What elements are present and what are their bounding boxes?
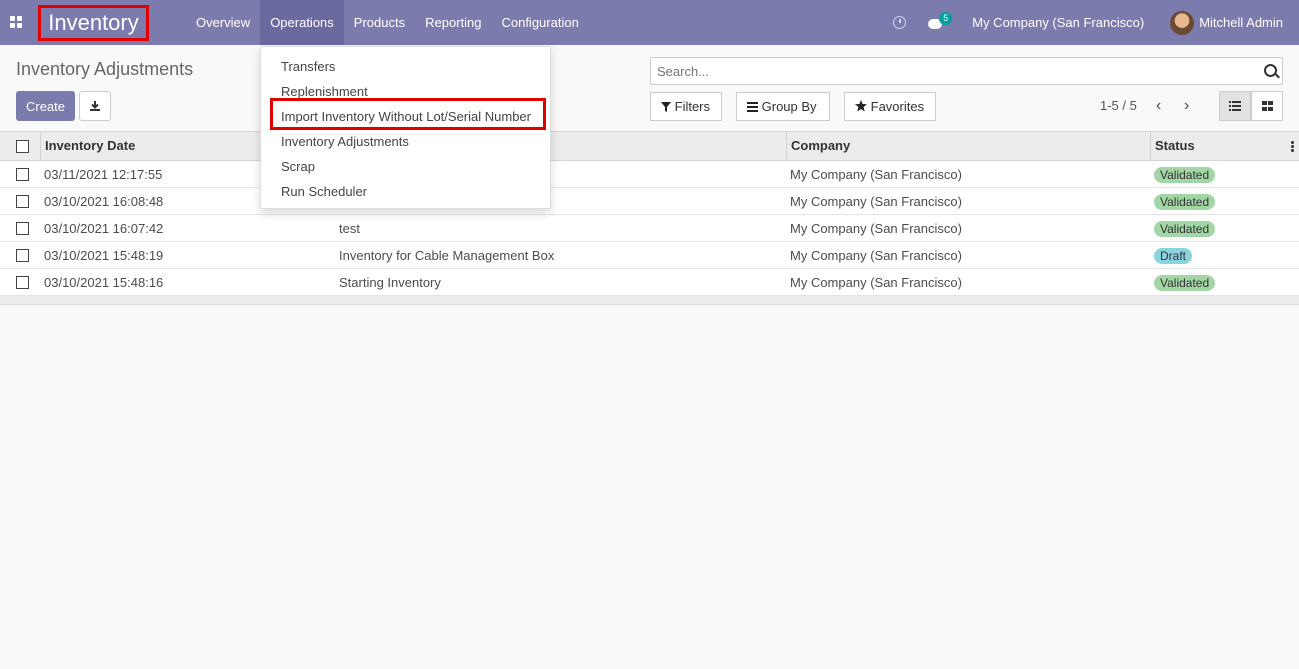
cell-date: 03/10/2021 16:08:48	[44, 194, 164, 209]
row-checkbox[interactable]	[16, 195, 29, 208]
favorites-button[interactable]: Favorites	[844, 92, 936, 121]
table-row[interactable]: 03/10/2021 16:07:42 test My Company (San…	[0, 215, 1299, 242]
row-checkbox[interactable]	[16, 168, 29, 181]
cell-status: Validated	[1154, 188, 1216, 215]
navbar-systray: 5 My Company (San Francisco) Mitchell Ad…	[893, 0, 1299, 45]
cell-company: My Company (San Francisco)	[790, 194, 962, 209]
table-row[interactable]: 03/10/2021 15:48:19 Inventory for Cable …	[0, 242, 1299, 269]
column-separator	[40, 132, 41, 160]
pager-value[interactable]: 1-5 / 5	[1100, 98, 1137, 113]
dropdown-item-replenishment[interactable]: Replenishment	[281, 84, 368, 99]
dropdown-item-transfers[interactable]: Transfers	[281, 59, 335, 74]
cell-date: 03/11/2021 12:17:55	[44, 167, 163, 182]
menu-overview[interactable]: Overview	[186, 0, 260, 45]
cell-date: 03/10/2021 15:48:16	[44, 275, 164, 290]
star-icon	[855, 100, 867, 112]
page-title[interactable]: Inventory Adjustments	[16, 59, 193, 80]
menu-configuration[interactable]: Configuration	[491, 0, 588, 45]
bars-icon	[747, 102, 758, 112]
header-company[interactable]: Company	[791, 132, 850, 160]
filter-icon	[661, 102, 671, 112]
status-badge: Validated	[1154, 194, 1216, 210]
inventory-list: Inventory Date Company Status 03/11/2021…	[0, 131, 1299, 305]
filters-button[interactable]: Filters	[650, 92, 722, 121]
table-header: Inventory Date Company Status	[0, 131, 1299, 161]
kanban-view-button[interactable]	[1251, 91, 1283, 121]
cell-status: Draft	[1154, 242, 1193, 269]
row-checkbox[interactable]	[16, 222, 29, 235]
dropdown-item-run-scheduler[interactable]: Run Scheduler	[281, 184, 367, 199]
table-row[interactable]: 03/10/2021 16:08:48 My Company (San Fran…	[0, 188, 1299, 215]
status-badge: Validated	[1154, 167, 1216, 183]
company-switcher[interactable]: My Company (San Francisco)	[972, 15, 1144, 30]
dropdown-item-inventory-adjustments[interactable]: Inventory Adjustments	[281, 134, 409, 149]
status-badge: Validated	[1154, 275, 1216, 291]
cell-company: My Company (San Francisco)	[790, 167, 962, 182]
activity-clock-icon[interactable]	[893, 16, 907, 29]
dropdown-item-scrap[interactable]: Scrap	[281, 159, 315, 174]
cell-status: Validated	[1154, 161, 1216, 188]
table-row[interactable]: 03/11/2021 12:17:55 My Company (San Fran…	[0, 161, 1299, 188]
dropdown-item-import-inventory[interactable]: Import Inventory Without Lot/Serial Numb…	[281, 109, 531, 124]
column-separator	[786, 132, 787, 160]
table-row[interactable]: 03/10/2021 15:48:16 Starting Inventory M…	[0, 269, 1299, 296]
apps-menu-icon[interactable]	[9, 15, 23, 29]
cell-status: Validated	[1154, 269, 1216, 296]
row-checkbox[interactable]	[16, 276, 29, 289]
list-icon	[1229, 101, 1241, 111]
search-icon[interactable]	[1264, 64, 1277, 77]
operations-dropdown: Transfers Replenishment Import Inventory…	[260, 46, 551, 209]
header-inventory-date[interactable]: Inventory Date	[45, 132, 135, 160]
row-checkbox[interactable]	[16, 249, 29, 262]
kanban-icon	[1262, 101, 1273, 111]
group-by-label: Group By	[761, 99, 817, 114]
cell-reference: test	[339, 221, 360, 236]
search-box	[650, 57, 1283, 85]
header-status[interactable]: Status	[1155, 132, 1195, 160]
create-button[interactable]: Create	[16, 91, 75, 121]
search-input[interactable]	[651, 58, 1253, 84]
column-separator	[1150, 132, 1151, 160]
top-navbar: Inventory Overview Operations Products R…	[0, 0, 1299, 45]
status-badge: Draft	[1154, 248, 1193, 264]
notification-badge: 5	[939, 11, 953, 25]
status-badge: Validated	[1154, 221, 1216, 237]
cell-company: My Company (San Francisco)	[790, 275, 962, 290]
pager-previous-icon[interactable]: ‹	[1156, 98, 1161, 114]
app-brand[interactable]: Inventory	[38, 5, 149, 41]
pager-next-icon[interactable]: ›	[1184, 98, 1189, 114]
cell-company: My Company (San Francisco)	[790, 248, 962, 263]
cell-date: 03/10/2021 15:48:19	[44, 248, 164, 263]
user-menu[interactable]: Mitchell Admin	[1199, 15, 1283, 30]
menu-operations[interactable]: Operations	[260, 0, 344, 45]
optional-columns-icon[interactable]	[1291, 141, 1294, 153]
download-icon	[90, 101, 100, 111]
cell-status: Validated	[1154, 215, 1216, 242]
list-view-button[interactable]	[1219, 91, 1251, 121]
cell-company: My Company (San Francisco)	[790, 221, 962, 236]
download-button[interactable]	[79, 91, 111, 121]
group-by-button[interactable]: Group By	[736, 92, 830, 121]
filters-label: Filters	[674, 99, 711, 114]
table-footer	[0, 296, 1299, 305]
cell-date: 03/10/2021 16:07:42	[44, 221, 164, 236]
select-all-checkbox[interactable]	[16, 140, 29, 153]
menu-products[interactable]: Products	[344, 0, 415, 45]
cell-reference: Inventory for Cable Management Box	[339, 248, 555, 263]
menu-reporting[interactable]: Reporting	[415, 0, 491, 45]
cell-reference: Starting Inventory	[339, 275, 441, 290]
user-avatar[interactable]	[1170, 10, 1195, 35]
messaging-menu[interactable]: 5	[928, 11, 953, 31]
main-menu: Overview Operations Products Reporting C…	[186, 0, 589, 45]
favorites-label: Favorites	[870, 99, 925, 114]
